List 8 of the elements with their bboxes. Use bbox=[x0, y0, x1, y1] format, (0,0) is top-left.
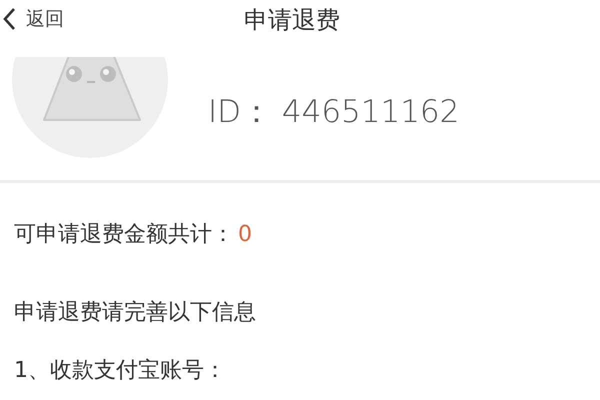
user-id: ID： 446511162 bbox=[208, 93, 460, 132]
refund-amount: 0 bbox=[238, 222, 252, 247]
field-label: 1、收款支付宝账号： bbox=[13, 357, 227, 385]
refund-label: 可申请退费金额共计： bbox=[14, 221, 234, 249]
back-button[interactable]: 返回 bbox=[0, 0, 64, 32]
page-title: 申请退费 bbox=[243, 5, 341, 36]
form-intro: 申请退费请完善以下信息 bbox=[13, 299, 257, 327]
back-icon bbox=[2, 6, 16, 32]
